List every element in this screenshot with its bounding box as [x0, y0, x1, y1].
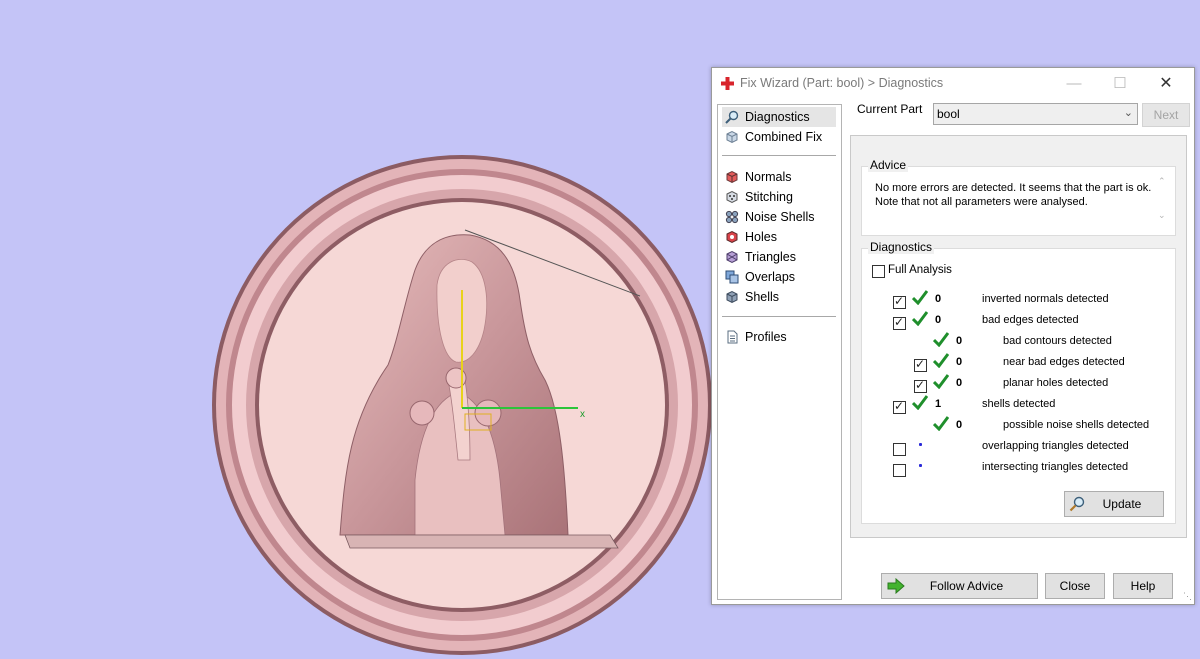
profiles-icon [727, 330, 738, 344]
shells-count: 1 [935, 398, 942, 410]
overlapping-triangles-label: overlapping triangles detected [982, 440, 1129, 452]
update-label: Update [1102, 497, 1142, 511]
nav-label: Stitching [745, 190, 793, 204]
triangles-icon [726, 250, 738, 264]
dialog-title: Fix Wizard (Part: bool) > Diagnostics [740, 76, 944, 90]
current-part-label: Current Part [857, 102, 923, 116]
full-analysis-checkbox[interactable] [872, 265, 885, 278]
noise-shells-icon [725, 210, 739, 224]
green-check-icon [933, 374, 949, 389]
bad-edges-label: bad edges detected [982, 314, 1079, 326]
nav-item-stitching[interactable]: Stitching [722, 187, 836, 207]
close-window-button[interactable]: ✕ [1143, 68, 1189, 99]
current-part-value: bool [937, 107, 960, 121]
planar-holes-count: 0 [956, 377, 963, 389]
planar-holes-label: planar holes detected [1003, 377, 1109, 389]
resize-grip-icon[interactable]: ⋱ [1183, 591, 1192, 602]
shells-checkbox[interactable]: ✓ [893, 399, 906, 414]
nav-label: Overlaps [745, 270, 796, 284]
bad-edges-checkbox[interactable]: ✓ [893, 315, 906, 330]
status-dot-icon [919, 443, 922, 446]
chevron-down-icon: ⌄ [1123, 107, 1133, 119]
fix-wizard-dialog: Fix Wizard (Part: bool) > Diagnostics — … [711, 67, 1195, 605]
nav-item-overlaps[interactable]: Overlaps [722, 267, 836, 287]
nav-separator [722, 155, 836, 156]
nav-item-shells[interactable]: Shells [722, 287, 836, 307]
near-bad-edges-count: 0 [956, 356, 963, 368]
nav-label: Triangles [745, 250, 796, 264]
follow-advice-label: Follow Advice [929, 579, 1004, 593]
advice-scrollbar[interactable]: ⌃ ⌄ [1156, 176, 1170, 231]
nav-label: Profiles [745, 330, 787, 344]
nav-label: Normals [745, 170, 792, 184]
inverted-normals-label: inverted normals detected [982, 293, 1109, 305]
advice-group-title: Advice [868, 158, 909, 172]
stitching-icon [726, 190, 738, 204]
update-button[interactable]: Update [1064, 491, 1164, 517]
nav-item-triangles[interactable]: Triangles [722, 247, 836, 267]
green-check-icon [933, 416, 949, 431]
nav-label: Diagnostics [745, 110, 810, 124]
advice-text: No more errors are detected. It seems th… [875, 182, 1152, 208]
medallion-model [212, 155, 712, 655]
magnifier-icon [725, 110, 739, 124]
nav-item-combined-fix[interactable]: Combined Fix [722, 127, 836, 147]
nav-label: Noise Shells [745, 210, 815, 224]
status-dot-icon [919, 464, 922, 467]
overlaps-icon [725, 270, 739, 284]
follow-advice-button[interactable]: Follow Advice [881, 573, 1038, 599]
nav-item-noise-shells[interactable]: Noise Shells [722, 207, 836, 227]
axis-x-label: x [580, 409, 585, 420]
minimize-button[interactable]: — [1051, 68, 1097, 99]
nav-label: Holes [745, 230, 777, 244]
wizard-nav-panel: Diagnostics Combined Fix Normals Stitchi… [717, 104, 842, 600]
scroll-up-icon: ⌃ [1158, 176, 1166, 186]
intersecting-triangles-label: intersecting triangles detected [982, 461, 1129, 473]
near-bad-edges-checkbox[interactable]: ✓ [914, 357, 927, 372]
intersecting-triangles-checkbox[interactable] [893, 464, 906, 477]
full-analysis-label: Full Analysis [888, 264, 952, 276]
planar-holes-checkbox[interactable]: ✓ [914, 378, 927, 393]
near-bad-edges-label: near bad edges detected [1003, 356, 1125, 368]
inverted-normals-checkbox[interactable]: ✓ [893, 294, 906, 309]
normals-icon [726, 170, 738, 184]
nav-label: Shells [745, 290, 780, 304]
cube-icon [726, 130, 738, 144]
noise-shells-count: 0 [956, 419, 963, 431]
nav-label: Combined Fix [745, 130, 823, 144]
diagnostics-group-title: Diagnostics [868, 240, 935, 254]
close-button[interactable]: Close [1045, 573, 1105, 599]
nav-item-diagnostics[interactable]: Diagnostics [722, 107, 836, 127]
title-bar[interactable]: Fix Wizard (Part: bool) > Diagnostics — … [712, 68, 1194, 99]
nav-separator [722, 316, 836, 317]
maximize-button[interactable]: ☐ [1097, 68, 1143, 99]
shells-label: shells detected [982, 398, 1056, 410]
green-check-icon [912, 395, 928, 410]
current-part-select[interactable]: bool ⌄ [933, 103, 1138, 125]
bad-contours-count: 0 [956, 335, 963, 347]
green-check-icon [912, 311, 928, 326]
nav-item-profiles[interactable]: Profiles [722, 327, 836, 347]
diagnostics-panel: Advice No more errors are detected. It s… [850, 135, 1187, 538]
holes-icon [726, 230, 738, 244]
red-cross-icon [721, 77, 734, 90]
bad-edges-count: 0 [935, 314, 942, 326]
scroll-down-icon: ⌄ [1158, 210, 1166, 220]
bad-contours-label: bad contours detected [1003, 335, 1112, 347]
next-button[interactable]: Next [1142, 103, 1190, 127]
nav-item-holes[interactable]: Holes [722, 227, 836, 247]
inverted-normals-count: 0 [935, 293, 942, 305]
noise-shells-label: possible noise shells detected [1003, 419, 1150, 431]
nav-item-normals[interactable]: Normals [722, 167, 836, 187]
shells-icon [726, 290, 738, 304]
green-check-icon [933, 353, 949, 368]
help-button[interactable]: Help [1113, 573, 1173, 599]
green-check-icon [912, 290, 928, 305]
green-check-icon [933, 332, 949, 347]
overlapping-triangles-checkbox[interactable] [893, 443, 906, 456]
